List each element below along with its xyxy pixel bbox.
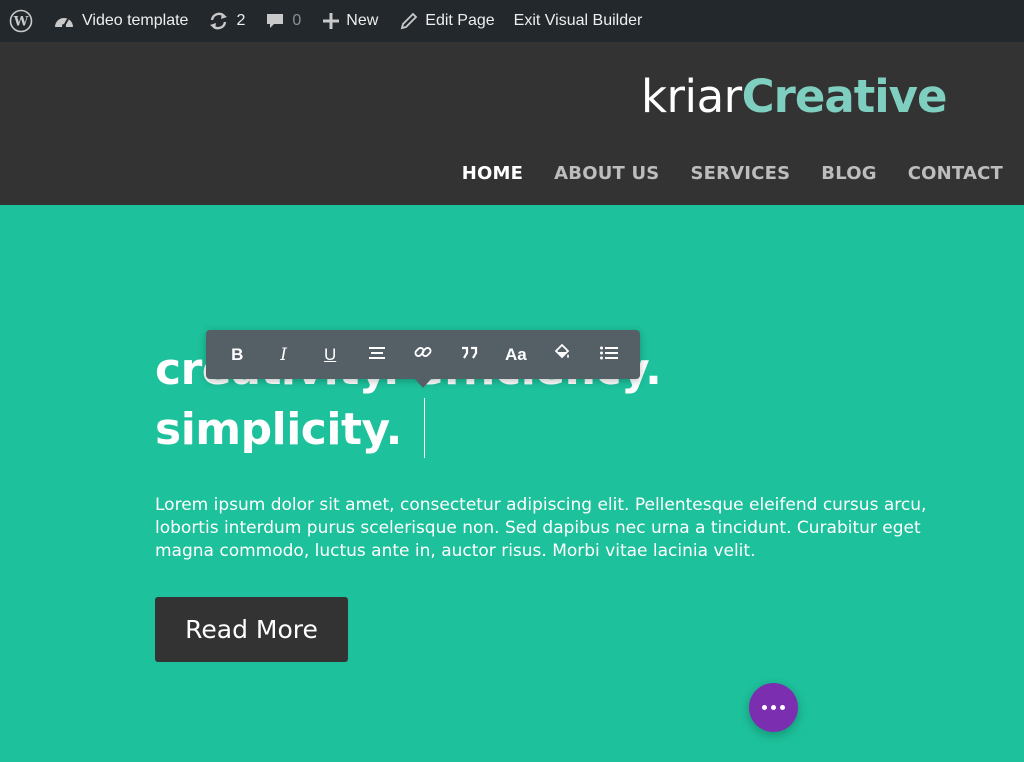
hero-body-text[interactable]: Lorem ipsum dolor sit amet, consectetur … [155, 494, 945, 563]
bold-button[interactable]: B [217, 335, 257, 375]
updates-count: 2 [236, 12, 246, 29]
updates-button[interactable]: 2 [208, 0, 245, 42]
italic-icon: I [280, 344, 288, 365]
text-size-icon: Aa [504, 344, 527, 364]
text-formatting-toolbar: B I U Aa [206, 330, 640, 388]
text-cursor [424, 398, 425, 458]
italic-button[interactable]: I [264, 335, 304, 375]
dashboard-gauge-icon [53, 11, 75, 31]
underline-button[interactable]: U [310, 335, 350, 375]
nav-item-services[interactable]: SERVICES [690, 163, 790, 184]
nav-item-home[interactable]: HOME [462, 163, 523, 184]
quote-icon [460, 345, 478, 365]
logo-part-creative: Creative [741, 70, 948, 123]
edit-page-button[interactable]: Edit Page [400, 0, 495, 42]
comment-bubble-icon [265, 11, 285, 31]
new-content-button[interactable]: New [323, 0, 378, 42]
logo-part-kriar: kriar [641, 70, 742, 123]
admin-bar: W Video template 2 0 New Edit Page Exit … [0, 0, 1024, 42]
quote-button[interactable] [449, 335, 489, 375]
refresh-icon [208, 11, 229, 31]
comments-count: 0 [292, 12, 302, 29]
edit-page-label: Edit Page [425, 12, 495, 29]
nav-item-about-us[interactable]: ABOUT US [554, 163, 659, 184]
exit-visual-builder-button[interactable]: Exit Visual Builder [514, 0, 643, 42]
svg-text:W: W [13, 15, 29, 30]
link-button[interactable] [403, 335, 443, 375]
bulleted-list-icon [599, 345, 618, 365]
pencil-icon [400, 12, 418, 30]
builder-settings-button[interactable] [749, 683, 798, 732]
dot-icon [771, 705, 776, 710]
site-logo[interactable]: kriarCreative [641, 74, 948, 119]
comments-button[interactable]: 0 [265, 0, 301, 42]
main-navigation: HOME ABOUT US SERVICES BLOG CONTACT [462, 163, 1003, 184]
site-name-label: Video template [82, 12, 189, 29]
list-button[interactable] [589, 335, 629, 375]
hero-heading-line-2: simplicity. [155, 404, 402, 455]
site-name-menu[interactable]: Video template [53, 0, 188, 42]
text-size-button[interactable]: Aa [496, 335, 536, 375]
underline-icon: U [323, 344, 337, 364]
nav-item-contact[interactable]: CONTACT [908, 163, 1003, 184]
site-header: kriarCreative HOME ABOUT US SERVICES BLO… [0, 42, 1024, 205]
text-color-button[interactable] [542, 335, 582, 375]
link-icon [413, 342, 433, 367]
new-label: New [346, 12, 379, 29]
bold-icon: B [231, 344, 244, 364]
exit-visual-builder-label: Exit Visual Builder [513, 12, 643, 29]
nav-item-blog[interactable]: BLOG [821, 163, 876, 184]
dot-icon [762, 705, 767, 710]
read-more-button[interactable]: Read More [155, 597, 348, 662]
align-button[interactable] [357, 335, 397, 375]
wordpress-icon: W [9, 9, 33, 33]
align-center-icon [368, 345, 385, 365]
dot-icon [780, 705, 785, 710]
plus-icon [323, 13, 340, 29]
wordpress-logo-button[interactable]: W [9, 0, 33, 42]
paint-bucket-icon [553, 343, 571, 366]
